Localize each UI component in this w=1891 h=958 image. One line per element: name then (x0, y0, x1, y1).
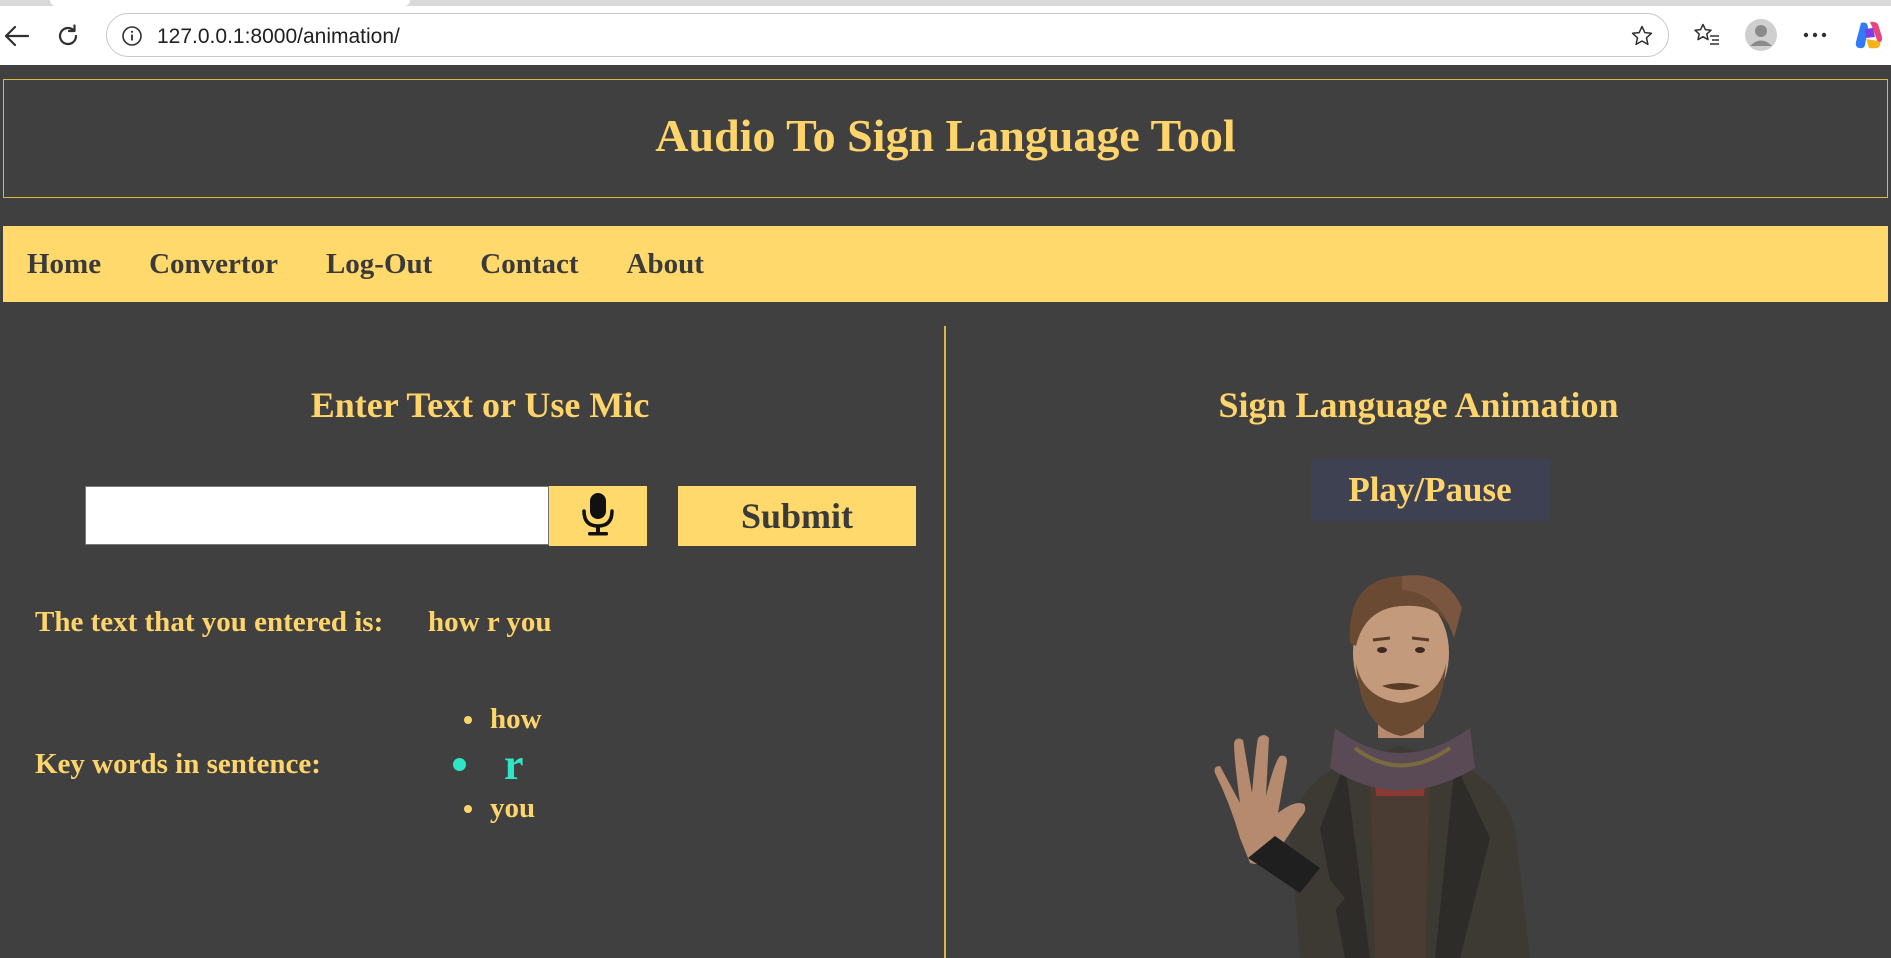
address-bar[interactable]: 127.0.0.1:8000/animation/ (106, 13, 1669, 57)
text-input[interactable] (85, 486, 549, 545)
nav-home[interactable]: Home (27, 248, 101, 281)
favorites-icon[interactable] (1690, 18, 1724, 52)
input-section-title: Enter Text or Use Mic (310, 385, 650, 425)
submit-button[interactable]: Submit (678, 486, 916, 546)
entered-text-value: how r you (428, 606, 552, 638)
active-tab[interactable] (50, 0, 410, 6)
keyword-text: how (490, 703, 542, 735)
bullet-dot (464, 715, 472, 724)
keyword-item-active: r (453, 739, 524, 790)
play-pause-button[interactable]: Play/Pause (1311, 459, 1549, 521)
nav-logout[interactable]: Log-Out (326, 248, 432, 281)
sign-language-avatar (1170, 568, 1630, 958)
keyword-text: r (504, 740, 524, 789)
keyword-item: you (464, 792, 535, 825)
tab-strip (0, 0, 1891, 6)
copilot-icon[interactable] (1852, 18, 1886, 52)
more-icon[interactable] (1798, 18, 1832, 52)
url-text: 127.0.0.1:8000/animation/ (157, 25, 400, 48)
back-arrow-icon[interactable] (0, 20, 32, 52)
info-icon[interactable] (121, 25, 143, 52)
bullet-dot (464, 804, 472, 813)
animation-section-title: Sign Language Animation (1218, 385, 1619, 425)
mic-button[interactable] (549, 486, 647, 546)
site-title: Audio To Sign Language Tool (655, 110, 1236, 161)
nav-contact[interactable]: Contact (480, 248, 578, 281)
main-navbar: Home Convertor Log-Out Contact About (3, 226, 1888, 302)
microphone-icon (578, 491, 618, 542)
nav-convertor[interactable]: Convertor (149, 248, 278, 281)
nav-about[interactable]: About (627, 248, 704, 281)
keywords-label: Key words in sentence: (35, 748, 321, 780)
browser-chrome: 127.0.0.1:8000/animation/ (0, 0, 1891, 65)
refresh-icon[interactable] (52, 20, 84, 52)
bullet-dot (453, 758, 466, 771)
profile-icon[interactable] (1744, 18, 1778, 52)
site-header: Audio To Sign Language Tool (3, 79, 1888, 198)
star-icon[interactable] (1630, 24, 1654, 53)
keyword-text: you (490, 792, 536, 824)
keyword-item: how (464, 703, 542, 736)
entered-text-label: The text that you entered is: (35, 606, 384, 638)
